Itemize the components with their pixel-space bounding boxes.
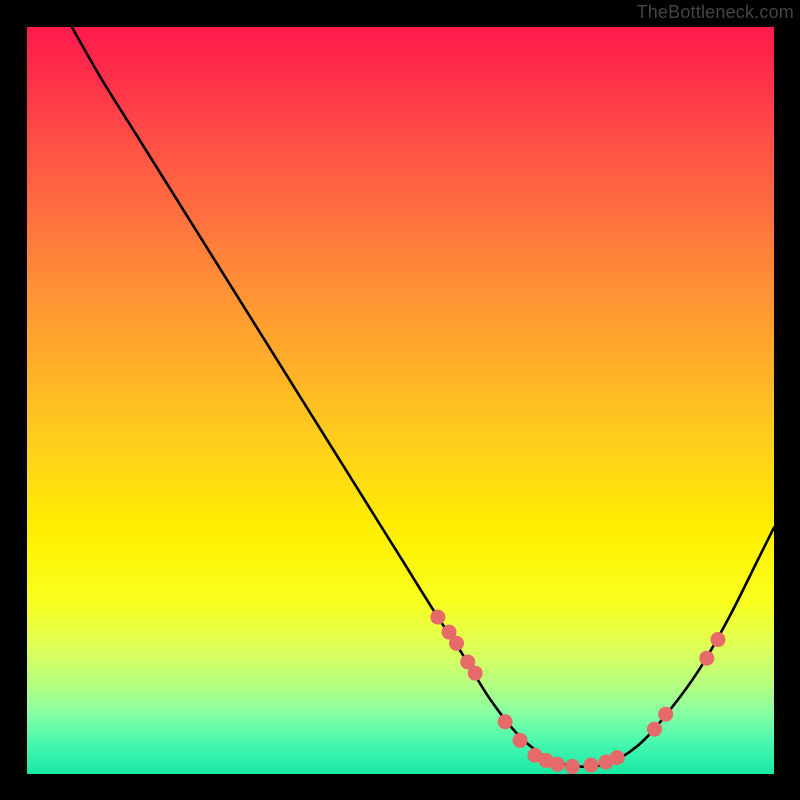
chart-svg [27,27,774,774]
data-marker [550,757,565,772]
bottleneck-curve [72,27,774,767]
data-marker [647,722,662,737]
data-marker [468,666,483,681]
data-marker [513,733,528,748]
data-marker [430,610,445,625]
data-marker [610,750,625,765]
plot-area [27,27,774,774]
data-marker [710,632,725,647]
data-marker [583,758,598,773]
data-markers [430,610,725,774]
watermark-label: TheBottleneck.com [637,2,794,23]
data-marker [498,714,513,729]
data-marker [565,759,580,774]
data-marker [699,651,714,666]
chart-stage: TheBottleneck.com [0,0,800,800]
data-marker [449,636,464,651]
data-marker [658,707,673,722]
